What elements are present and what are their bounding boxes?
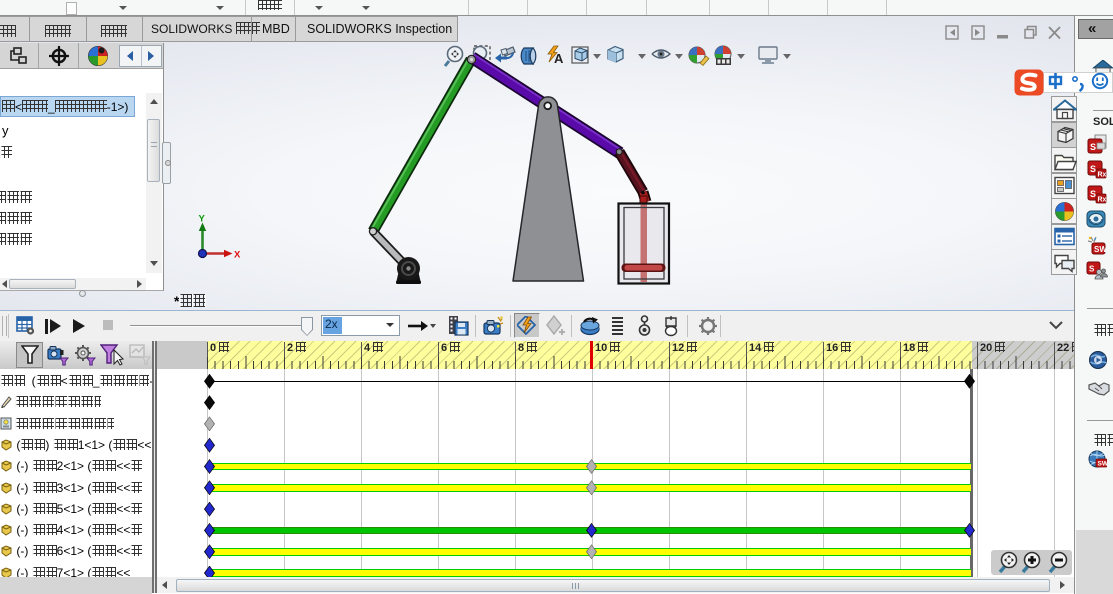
svg-text:SW: SW [1098, 461, 1108, 468]
svg-text:S: S [1090, 189, 1096, 199]
svg-text:X: X [234, 250, 241, 261]
svg-text:S: S [1090, 164, 1096, 174]
svg-text:Rx: Rx [1098, 197, 1107, 204]
svg-text:S: S [1089, 265, 1095, 274]
svg-text:SW: SW [1094, 245, 1106, 254]
svg-text:S: S [1090, 142, 1096, 152]
svg-text:Y: Y [199, 214, 206, 225]
svg-text:Rx: Rx [1098, 172, 1107, 179]
